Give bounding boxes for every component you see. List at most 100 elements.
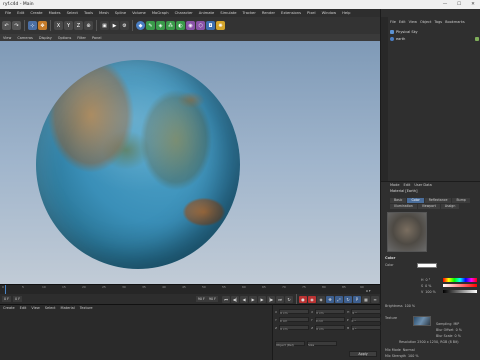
viewport-menu-cameras[interactable]: Cameras xyxy=(17,36,33,40)
brightness-value[interactable]: 100 % xyxy=(405,303,415,309)
om-menu-view[interactable]: View xyxy=(409,20,417,24)
tab-illumination[interactable]: Illumination xyxy=(390,204,417,209)
om-menu-tags[interactable]: Tags xyxy=(434,20,442,24)
menu-help[interactable]: Help xyxy=(339,11,353,15)
viewport-menu-options[interactable]: Options xyxy=(58,36,72,40)
coord-mode-dropdown[interactable]: Object (Rel) xyxy=(275,341,305,347)
tab-assign[interactable]: Assign xyxy=(440,204,460,209)
menu-tracker[interactable]: Tracker xyxy=(240,11,259,15)
v-value[interactable]: 100 % xyxy=(425,289,435,295)
mm-menu-select[interactable]: Select xyxy=(45,306,56,310)
hue-slider[interactable] xyxy=(443,278,477,282)
viewport-menu-view[interactable]: View xyxy=(3,36,11,40)
menu-mesh[interactable]: Mesh xyxy=(96,11,112,15)
size-mode-dropdown[interactable]: Size xyxy=(307,341,337,347)
mm-menu-texture[interactable]: Texture xyxy=(80,306,93,310)
frame-min-field[interactable]: 0 F xyxy=(13,296,23,302)
next-key-icon[interactable]: |▶ xyxy=(267,295,275,303)
menu-modes[interactable]: Modes xyxy=(46,11,64,15)
maximize-button[interactable]: ☐ xyxy=(452,0,466,9)
p-rot-field[interactable]: 0 ° xyxy=(350,317,381,323)
loop-icon[interactable]: ↻ xyxy=(285,295,293,303)
subdivision-icon[interactable]: ◈ xyxy=(156,21,165,30)
y-size-field[interactable]: 0 cm xyxy=(314,317,345,323)
mm-menu-edit[interactable]: Edit xyxy=(20,306,27,310)
object-row-earth[interactable]: earth xyxy=(390,36,479,42)
record-icon[interactable]: ● xyxy=(299,295,307,303)
keyframe-selection-icon[interactable]: ◈ xyxy=(317,295,325,303)
viewport-menu-filter[interactable]: Filter xyxy=(77,36,86,40)
saturation-slider[interactable] xyxy=(443,284,477,287)
y-axis-icon[interactable]: Y xyxy=(64,21,73,30)
om-menu-bookmarks[interactable]: Bookmarks xyxy=(445,20,465,24)
x-pos-field[interactable]: 0 cm xyxy=(279,309,310,315)
render-settings-icon[interactable]: ⚙ xyxy=(120,21,129,30)
timeline-ruler[interactable]: 0 5 10 15 20 25 30 35 40 45 50 55 60 65 … xyxy=(0,284,380,295)
mm-menu-material[interactable]: Material xyxy=(61,306,75,310)
key-pla-icon[interactable]: ▦ xyxy=(362,295,370,303)
material-tag-icon[interactable] xyxy=(475,37,479,41)
menu-pixel[interactable]: Pixel xyxy=(304,11,319,15)
menu-tools[interactable]: Tools xyxy=(81,11,96,15)
bend-icon[interactable]: ◐ xyxy=(176,21,185,30)
array-icon[interactable]: ⁂ xyxy=(166,21,175,30)
menu-select[interactable]: Select xyxy=(64,11,81,15)
menu-volume[interactable]: Volume xyxy=(129,11,149,15)
tab-bump[interactable]: Bump xyxy=(452,198,470,203)
menu-render[interactable]: Render xyxy=(259,11,278,15)
coord-system-icon[interactable]: ⊕ xyxy=(84,21,93,30)
viewport-menu-display[interactable]: Display xyxy=(39,36,52,40)
tab-reflectance[interactable]: Reflectance xyxy=(424,198,452,203)
color-swatch[interactable] xyxy=(417,263,437,268)
key-parameter-icon[interactable]: P xyxy=(353,295,361,303)
value-slider[interactable] xyxy=(443,290,477,293)
apply-button[interactable]: Apply xyxy=(349,351,377,357)
z-pos-field[interactable]: 0 cm xyxy=(279,325,310,331)
x-axis-icon[interactable]: X xyxy=(54,21,63,30)
go-to-start-icon[interactable]: ⏮ xyxy=(222,295,230,303)
attr-menu-mode[interactable]: Mode xyxy=(390,182,400,188)
z-axis-icon[interactable]: Z xyxy=(74,21,83,30)
mix-strength-value[interactable]: 100 % xyxy=(408,353,418,359)
menu-character[interactable]: Character xyxy=(172,11,196,15)
om-menu-object[interactable]: Object xyxy=(420,20,431,24)
menu-spline[interactable]: Spline xyxy=(112,11,129,15)
pen-icon[interactable]: ✎ xyxy=(146,21,155,30)
menu-animate[interactable]: Animate xyxy=(196,11,217,15)
tab-viewport[interactable]: Viewport xyxy=(417,204,440,209)
tab-basic[interactable]: Basic xyxy=(390,198,407,203)
frame-max-field[interactable]: 90 F xyxy=(206,296,218,302)
minimize-button[interactable]: — xyxy=(438,0,452,9)
prev-frame-icon[interactable]: ◀ xyxy=(240,295,248,303)
key-position-icon[interactable]: ✥ xyxy=(326,295,334,303)
render-picture-viewer-icon[interactable]: ▶ xyxy=(110,21,119,30)
material-preview[interactable] xyxy=(387,212,427,252)
om-menu-edit[interactable]: Edit xyxy=(399,20,406,24)
scene-icon[interactable]: ⬡ xyxy=(196,21,205,30)
object-row-physical-sky[interactable]: Physical Sky xyxy=(390,29,479,35)
x-size-field[interactable]: 0 cm xyxy=(315,309,346,315)
key-rotation-icon[interactable]: ↻ xyxy=(344,295,352,303)
undo-icon[interactable]: ↶ xyxy=(2,21,11,30)
menu-mograph[interactable]: MoGraph xyxy=(149,11,172,15)
field-icon[interactable]: ◉ xyxy=(186,21,195,30)
redo-icon[interactable]: ↷ xyxy=(12,21,21,30)
light-icon[interactable]: ✺ xyxy=(216,21,225,30)
menu-file[interactable]: File xyxy=(2,11,14,15)
render-view-icon[interactable]: ▣ xyxy=(100,21,109,30)
h-rot-field[interactable]: 0 ° xyxy=(351,309,382,315)
tab-color[interactable]: Color xyxy=(407,198,424,203)
autokey-icon[interactable]: ◉ xyxy=(308,295,316,303)
cube-icon[interactable]: ◆ xyxy=(136,21,145,30)
move-icon[interactable]: ✥ xyxy=(38,21,47,30)
frame-start-field[interactable]: 0 F xyxy=(2,296,12,302)
menu-simulate[interactable]: Simulate xyxy=(217,11,239,15)
om-menu-file[interactable]: File xyxy=(390,20,396,24)
menu-window[interactable]: Window xyxy=(319,11,340,15)
menu-create[interactable]: Create xyxy=(27,11,45,15)
select-icon[interactable]: ⊹ xyxy=(28,21,37,30)
y-pos-field[interactable]: 0 cm xyxy=(278,317,309,323)
b-rot-field[interactable]: 0 ° xyxy=(351,325,382,331)
attr-menu-edit[interactable]: Edit xyxy=(404,182,411,188)
mm-menu-view[interactable]: View xyxy=(31,306,39,310)
